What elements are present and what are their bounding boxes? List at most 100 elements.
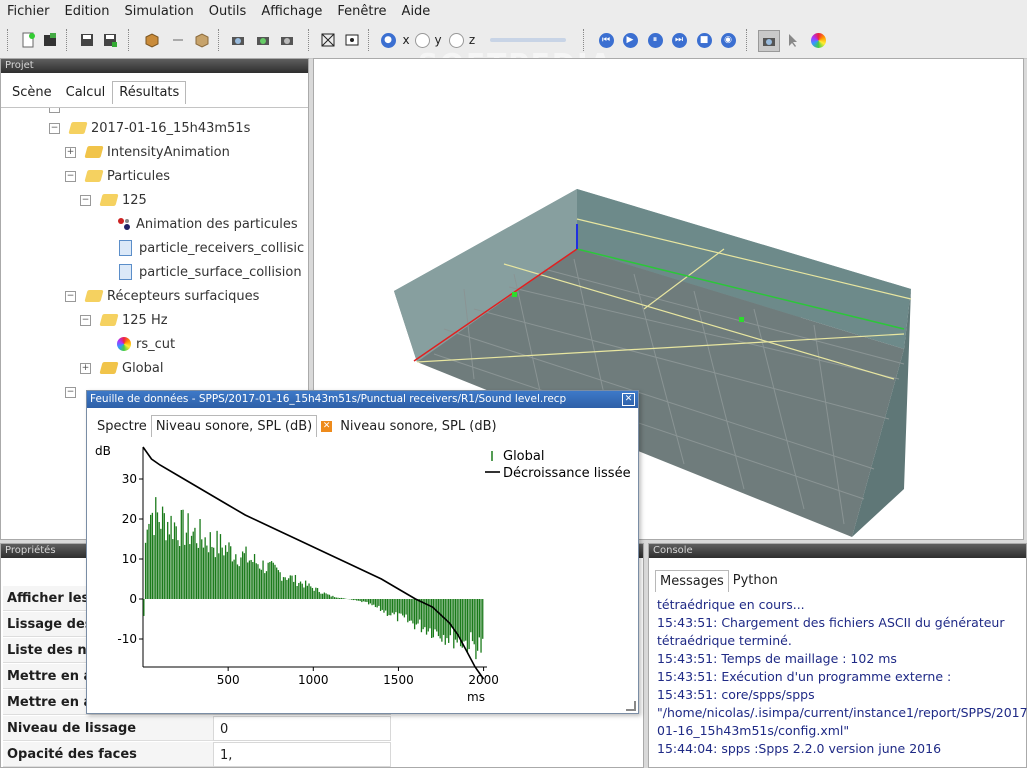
tree-item[interactable]: − 125 Hz <box>80 308 168 332</box>
tree-item[interactable]: particle_receivers_collisic <box>117 236 304 260</box>
tree-expander[interactable]: − <box>80 314 91 326</box>
tree-item[interactable]: + Global <box>80 356 163 380</box>
tab-messages[interactable]: Messages <box>655 570 729 592</box>
y-tick-label: 20 <box>122 512 137 526</box>
tab-calcul[interactable]: Calcul <box>59 81 113 104</box>
toolbar-separator <box>66 29 67 51</box>
tab-python[interactable]: Python <box>729 570 782 592</box>
menu-fichier[interactable]: Fichier <box>0 4 58 19</box>
tree-expander[interactable]: + <box>65 146 76 158</box>
camera-add-icon[interactable] <box>253 30 273 50</box>
tab-resultats[interactable]: Résultats <box>112 81 187 104</box>
menu-aide[interactable]: Aide <box>395 4 439 19</box>
tree-item-label: 125 <box>122 192 147 208</box>
receiver-point[interactable] <box>739 317 744 322</box>
menu-edition[interactable]: Edition <box>58 4 118 19</box>
select-cursor-icon[interactable] <box>783 30 803 50</box>
legend-global-label: Global <box>503 449 544 464</box>
tree-item-label: Animation des particules <box>136 216 298 232</box>
tree-item[interactable]: + IntensityAnimation <box>65 140 230 164</box>
data-sheet-title[interactable]: Feuille de données - SPPS/2017-01-16_15h… <box>87 391 638 408</box>
property-row[interactable]: Niveau de lissage 0 <box>3 716 643 741</box>
tree-expander[interactable]: − <box>49 122 60 134</box>
navigate-icon[interactable] <box>758 30 780 52</box>
tree-item-label: particle_surface_collision <box>139 264 302 280</box>
toolbar-separator <box>308 29 309 51</box>
new-project-icon[interactable] <box>18 30 38 50</box>
console-line: 15:43:51: Chargement des fichiers ASCII … <box>657 615 1005 648</box>
tree-item-label: 2017-01-16_15h43m51s <box>91 120 251 136</box>
console-line: 15:43:51: Temps de maillage : 102 ms <box>657 651 897 666</box>
y-tick-label: 30 <box>122 472 137 486</box>
box-icon[interactable] <box>142 30 162 50</box>
x-tick-label: 2000 <box>468 673 499 687</box>
y-tick-label: -10 <box>117 632 137 646</box>
tree-expander[interactable]: − <box>49 108 60 113</box>
wireframe-icon[interactable] <box>318 30 338 50</box>
tree-item[interactable]: particle_surface_collision <box>117 260 302 284</box>
tree-item-label: Particules <box>107 168 171 184</box>
menu-fenetre[interactable]: Fenêtre <box>330 4 394 19</box>
tree-item-label: 125 Hz <box>122 312 168 328</box>
save-icon[interactable] <box>77 30 97 50</box>
console-line: 15:44:04: spps :Spps 2.2.0 version june … <box>657 741 942 756</box>
tree-expander[interactable]: − <box>65 170 76 182</box>
tree-item[interactable]: − 2017-01-16_15h43m51s <box>49 116 250 140</box>
axis-x-radio[interactable]: ● <box>378 30 398 50</box>
record-icon[interactable]: ◉ <box>718 30 738 50</box>
menu-affichage[interactable]: Affichage <box>254 4 330 19</box>
tree-item[interactable]: − <box>65 380 86 404</box>
y-axis-label: dB <box>95 444 111 458</box>
property-value[interactable]: 0 <box>213 716 391 741</box>
tab-spl-active[interactable]: Niveau sonore, SPL (dB) <box>150 415 318 437</box>
color-wheel-icon[interactable] <box>808 30 828 50</box>
console-tabs: Messages Python <box>655 570 782 592</box>
camera-icon[interactable] <box>228 30 248 50</box>
data-sheet-tabs: Spectre Niveau sonore, SPL (dB) ✕ Niveau… <box>93 415 501 437</box>
points-icon[interactable] <box>342 30 362 50</box>
spl-chart: dB ms 500 1000 1500 2000 -10 0 10 20 30 Global D… <box>95 444 631 704</box>
tree-expander[interactable]: − <box>65 290 76 302</box>
tree-item[interactable]: − 125 <box>80 188 147 212</box>
tree-expander[interactable]: + <box>80 362 91 374</box>
tree-item[interactable]: rs_cut <box>117 332 175 356</box>
link-icon[interactable] <box>168 30 188 50</box>
menu-bar: Fichier Edition Simulation Outils Affich… <box>0 0 1027 22</box>
folder-open-icon <box>99 194 119 206</box>
tree-expander[interactable]: − <box>65 386 76 398</box>
tree-item[interactable]: − Particules <box>65 164 170 188</box>
open-project-icon[interactable] <box>40 30 60 50</box>
tab-spectre[interactable]: Spectre <box>93 416 151 437</box>
folder-icon <box>84 146 104 158</box>
console-log: tétraédrique en cours... 15:43:51: Charg… <box>657 596 1027 758</box>
tab-scene[interactable]: Scène <box>5 81 59 104</box>
tree-item[interactable]: Animation des particules <box>117 212 298 236</box>
data-sheet-window[interactable]: Feuille de données - SPPS/2017-01-16_15h… <box>86 390 639 714</box>
menu-simulation[interactable]: Simulation <box>117 4 201 19</box>
property-key: Opacité des faces <box>3 742 213 767</box>
folder-open-icon <box>99 314 119 326</box>
tab-spl-second[interactable]: Niveau sonore, SPL (dB) <box>336 416 500 437</box>
property-value[interactable]: 1, <box>213 742 391 767</box>
save-as-icon[interactable] <box>100 30 120 50</box>
stop-icon[interactable]: ■ <box>694 30 714 50</box>
last-frame-icon[interactable]: ⏭ <box>669 30 689 50</box>
mesh-icon[interactable] <box>192 30 212 50</box>
resize-grip[interactable] <box>626 701 636 711</box>
folder-open-icon <box>84 170 104 182</box>
smoothed-decay-line <box>142 446 485 680</box>
data-sheet-title-text: Feuille de données - SPPS/2017-01-16_15h… <box>90 393 567 405</box>
console-panel: Console Messages Python tétraédrique en … <box>648 543 1027 768</box>
pause-icon[interactable]: ⏸ <box>645 30 665 50</box>
play-icon[interactable]: ▶ <box>620 30 640 50</box>
tree-expander[interactable]: − <box>80 194 91 206</box>
tree-item[interactable]: − Récepteurs surfaciques <box>65 284 259 308</box>
property-row[interactable]: Opacité des faces 1, <box>3 742 643 767</box>
project-tabs: Scène Calcul Résultats <box>5 81 187 104</box>
menu-outils[interactable]: Outils <box>202 4 255 19</box>
source-point[interactable] <box>512 292 517 297</box>
close-icon[interactable]: ✕ <box>622 393 635 406</box>
camera-reset-icon[interactable] <box>277 30 297 50</box>
colormap-icon <box>117 337 131 351</box>
close-tab-icon[interactable]: ✕ <box>321 420 333 432</box>
